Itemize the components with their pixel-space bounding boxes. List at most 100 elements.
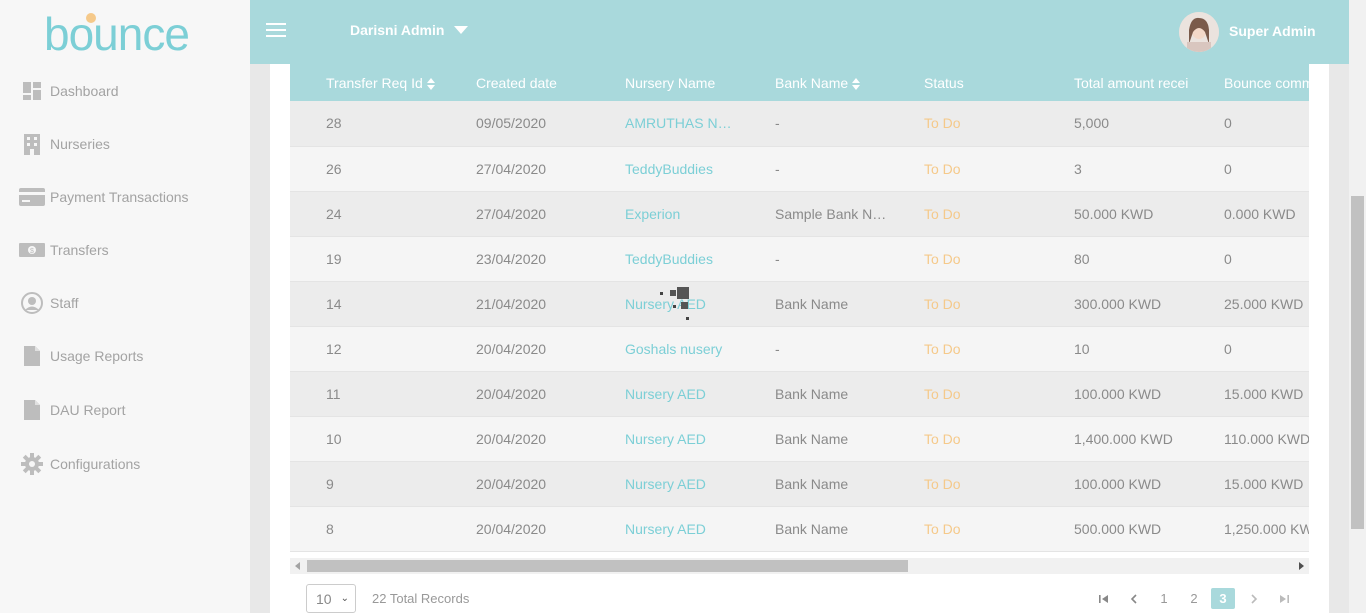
- table-cell: 8: [326, 520, 334, 537]
- svg-text:$: $: [30, 248, 34, 255]
- page-1-button[interactable]: 1: [1156, 588, 1172, 609]
- sidebar-item-label: Dashboard: [50, 83, 119, 99]
- table-cell: 1,250.000 KW: [1224, 520, 1309, 537]
- table-cell: 15.000 KWD: [1224, 385, 1304, 402]
- page-3-button[interactable]: 3: [1211, 588, 1235, 609]
- sidebar-item-staff[interactable]: Staff: [0, 283, 250, 323]
- last-page-icon[interactable]: [1276, 588, 1292, 609]
- table-cell: 10: [326, 430, 342, 447]
- previous-page-icon[interactable]: [1126, 588, 1142, 609]
- loading-spinner-icon: [660, 287, 689, 320]
- sidebar-item-configurations[interactable]: Configurations: [0, 444, 250, 484]
- table-cell: 0.000 KWD: [1224, 205, 1296, 222]
- sidebar-item-label: Transfers: [50, 242, 109, 258]
- first-page-icon[interactable]: [1096, 588, 1112, 609]
- credit-card-icon: [18, 184, 46, 210]
- table-row: 19 23/04/2020 TeddyBuddies - To Do 80 0: [290, 236, 1309, 281]
- table-cell: 09/05/2020: [476, 115, 547, 132]
- nursery-link[interactable]: Experion: [589, 191, 739, 236]
- table-cell: 20/04/2020: [476, 430, 547, 447]
- sidebar-item-usage-reports[interactable]: Usage Reports: [0, 336, 250, 376]
- sidebar-item-label: Usage Reports: [50, 348, 144, 364]
- sort-icon[interactable]: [852, 77, 861, 90]
- table-cell: 100.000 KWD: [1074, 475, 1162, 492]
- table-cell: Bank Name: [775, 475, 849, 492]
- status-text: To Do: [924, 160, 961, 177]
- nursery-link[interactable]: TeddyBuddies: [589, 236, 739, 281]
- table-cell: 0: [1224, 115, 1232, 132]
- table-cell: 20/04/2020: [476, 475, 547, 492]
- table-cell: 23/04/2020: [476, 250, 547, 267]
- status-text: To Do: [924, 520, 961, 537]
- column-header[interactable]: Bank Name: [739, 64, 888, 101]
- table-cell: 10: [1074, 340, 1090, 357]
- column-header: Bounce commi: [1224, 74, 1309, 91]
- nursery-link[interactable]: Nursery AED: [589, 461, 739, 506]
- sidebar-item-dau-report[interactable]: DAU Report: [0, 390, 250, 430]
- nursery-link[interactable]: Goshals nusery: [589, 326, 739, 371]
- table-cell: 110.000 KWD: [1224, 430, 1309, 447]
- transfers-table-container: Transfer Req Id Created date Nursery Name B…: [290, 64, 1309, 552]
- scroll-thumb[interactable]: [307, 560, 908, 572]
- nursery-link[interactable]: TeddyBuddies: [589, 146, 739, 191]
- table-cell: 80: [1074, 250, 1090, 267]
- table-cell: 500.000 KWD: [1074, 520, 1162, 537]
- bounce-logo[interactable]: bounce: [44, 10, 209, 58]
- nursery-link[interactable]: Nursery AED: [589, 371, 739, 416]
- table-horizontal-scrollbar[interactable]: [290, 558, 1309, 574]
- scroll-left-arrow-icon[interactable]: [295, 562, 300, 570]
- transfers-table: Transfer Req Id Created date Nursery Name B…: [290, 64, 1309, 552]
- table-cell: Bank Name: [775, 520, 849, 537]
- next-page-icon[interactable]: [1246, 588, 1262, 609]
- table-cell: -: [775, 160, 780, 177]
- column-header[interactable]: Transfer Req Id: [290, 64, 440, 101]
- caret-down-icon: [454, 26, 469, 34]
- sidebar-item-payment-transactions[interactable]: Payment Transactions: [0, 177, 250, 217]
- sidebar-item-label: Nurseries: [50, 136, 110, 152]
- table-cell: 20/04/2020: [476, 520, 547, 537]
- table-cell: 27/04/2020: [476, 160, 547, 177]
- page-size-select[interactable]: 10 ⌄: [306, 584, 356, 613]
- table-cell: 3: [1074, 160, 1082, 177]
- status-text: To Do: [924, 295, 961, 312]
- svg-text:bounce: bounce: [44, 10, 189, 58]
- page-scrollbar[interactable]: [1349, 0, 1366, 613]
- table-row: 9 20/04/2020 Nursery AED Bank Name To Do 100.…: [290, 461, 1309, 506]
- table-row: 8 20/04/2020 Nursery AED Bank Name To Do 500.…: [290, 506, 1309, 551]
- table-row: 10 20/04/2020 Nursery AED Bank Name To Do 1,4…: [290, 416, 1309, 461]
- column-header: Nursery Name: [625, 74, 716, 91]
- table-row: 11 20/04/2020 Nursery AED Bank Name To Do 100…: [290, 371, 1309, 416]
- table-cell: 11: [326, 385, 341, 402]
- table-row: 26 27/04/2020 TeddyBuddies - To Do 3 0: [290, 146, 1309, 191]
- user-avatar[interactable]: [1179, 12, 1219, 52]
- table-row: 14 21/04/2020 Nursery AED Bank Name To Do 300…: [290, 281, 1309, 326]
- sort-icon[interactable]: [426, 77, 435, 90]
- money-icon: $: [18, 237, 46, 263]
- hamburger-menu-icon[interactable]: [266, 23, 286, 41]
- table-cell: 24: [326, 205, 342, 222]
- organization-selector[interactable]: Darisni Admin: [350, 22, 469, 38]
- table-cell: 0: [1224, 160, 1232, 177]
- nursery-link[interactable]: Nursery AED: [589, 416, 739, 461]
- table-cell: 50.000 KWD: [1074, 205, 1154, 222]
- top-header: Darisni Admin Super Admin: [250, 0, 1349, 64]
- table-cell: 300.000 KWD: [1074, 295, 1162, 312]
- sidebar: bounce Dashboard Nurseries Payment Transac…: [0, 0, 250, 613]
- file-icon: [18, 397, 46, 423]
- user-name[interactable]: Super Admin: [1229, 23, 1316, 39]
- nursery-link[interactable]: AMRUTHAS NURS...: [589, 101, 739, 146]
- sidebar-item-dashboard[interactable]: Dashboard: [0, 71, 250, 111]
- total-records: 22 Total Records: [372, 591, 470, 606]
- sidebar-item-transfers[interactable]: $ Transfers: [0, 230, 250, 270]
- table-cell: -: [775, 115, 780, 132]
- nursery-link[interactable]: Nursery AED: [589, 506, 739, 551]
- table-cell: Bank Name: [775, 385, 849, 402]
- table-header-row: Transfer Req Id Created date Nursery Name B…: [290, 64, 1309, 101]
- scroll-right-arrow-icon[interactable]: [1299, 562, 1304, 570]
- sidebar-item-label: Configurations: [50, 456, 141, 472]
- sidebar-item-nurseries[interactable]: Nurseries: [0, 124, 250, 164]
- table-cell: 0: [1224, 340, 1232, 357]
- table-cell: 14: [326, 295, 342, 312]
- table-cell: 5,000: [1074, 115, 1110, 132]
- page-2-button[interactable]: 2: [1186, 588, 1202, 609]
